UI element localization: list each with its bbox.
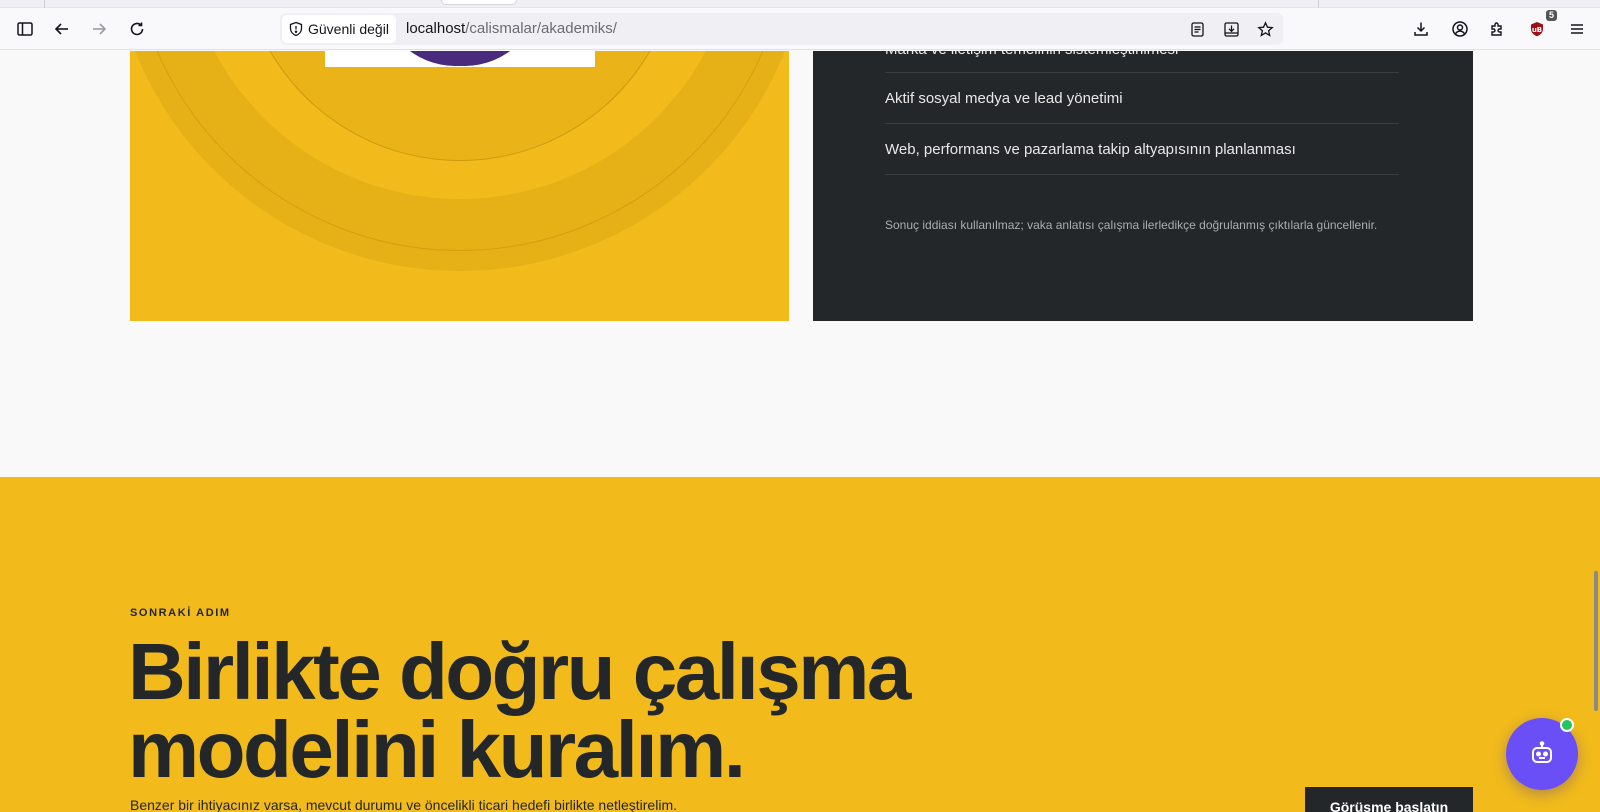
- addon-icon[interactable]: uB 5: [1521, 10, 1557, 45]
- forward-icon[interactable]: [83, 13, 115, 45]
- scope-item: Marka ve iletişim temelinin sistemleştir…: [885, 51, 1399, 73]
- reader-view-icon[interactable]: [1185, 17, 1209, 41]
- back-icon[interactable]: [46, 13, 78, 45]
- url-text[interactable]: localhost/calismalar/akademiks/: [406, 20, 617, 37]
- scope-note: Sonuç iddiası kullanılmaz; vaka anlatısı…: [885, 218, 1378, 232]
- save-page-icon[interactable]: [1219, 17, 1243, 41]
- cta-subtext: Benzer bir ihtiyacınız varsa, mevcut dur…: [130, 797, 677, 812]
- site-security-indicator[interactable]: Güvenli değil: [282, 15, 396, 43]
- scope-panel: Marka ve iletişim temelinin sistemleştir…: [813, 51, 1473, 321]
- tab-separator: [1318, 0, 1319, 8]
- extensions-icon[interactable]: [1481, 13, 1513, 45]
- cta-eyebrow: SONRAKİ ADIM: [130, 607, 231, 619]
- sidebar-icon[interactable]: [9, 13, 41, 45]
- url-path: /calismalar/akademiks/: [465, 20, 617, 37]
- extension-badge: 5: [1545, 10, 1557, 21]
- security-label: Güvenli değil: [308, 21, 389, 37]
- scope-list: Marka ve iletişim temelinin sistemleştir…: [885, 51, 1399, 175]
- start-meeting-button[interactable]: Görüşme başlatın: [1305, 787, 1473, 812]
- scope-item: Web, performans ve pazarlama takip altya…: [885, 124, 1399, 175]
- url-host: localhost: [406, 20, 466, 37]
- menu-icon[interactable]: [1561, 13, 1593, 45]
- account-icon[interactable]: [1444, 13, 1476, 45]
- browser-toolbar: Güvenli değil localhost/calismalar/akade…: [0, 8, 1600, 50]
- page-viewport: Marka ve iletişim temelinin sistemleştir…: [0, 51, 1600, 812]
- chatbot-status-dot: [1560, 718, 1574, 732]
- downloads-icon[interactable]: [1405, 13, 1437, 45]
- case-study-image: [130, 51, 789, 321]
- bot-icon: [1532, 741, 1552, 763]
- active-tab[interactable]: [441, 0, 517, 5]
- reload-icon[interactable]: [121, 13, 153, 45]
- tab-strip: [0, 0, 1600, 8]
- page-scrollbar[interactable]: [1594, 571, 1598, 711]
- svg-text:uB: uB: [1532, 26, 1542, 34]
- tab-separator: [44, 0, 45, 8]
- shield-icon: [289, 21, 303, 37]
- cta-section: SONRAKİ ADIM Birlikte doğru çalışma mode…: [0, 477, 1600, 812]
- bookmark-star-icon[interactable]: [1253, 17, 1277, 41]
- scope-item: Aktif sosyal medya ve lead yönetimi: [885, 73, 1399, 124]
- url-bar[interactable]: Güvenli değil localhost/calismalar/akade…: [280, 13, 1283, 45]
- cta-headline: Birlikte doğru çalışma modelini kuralım.: [128, 627, 911, 794]
